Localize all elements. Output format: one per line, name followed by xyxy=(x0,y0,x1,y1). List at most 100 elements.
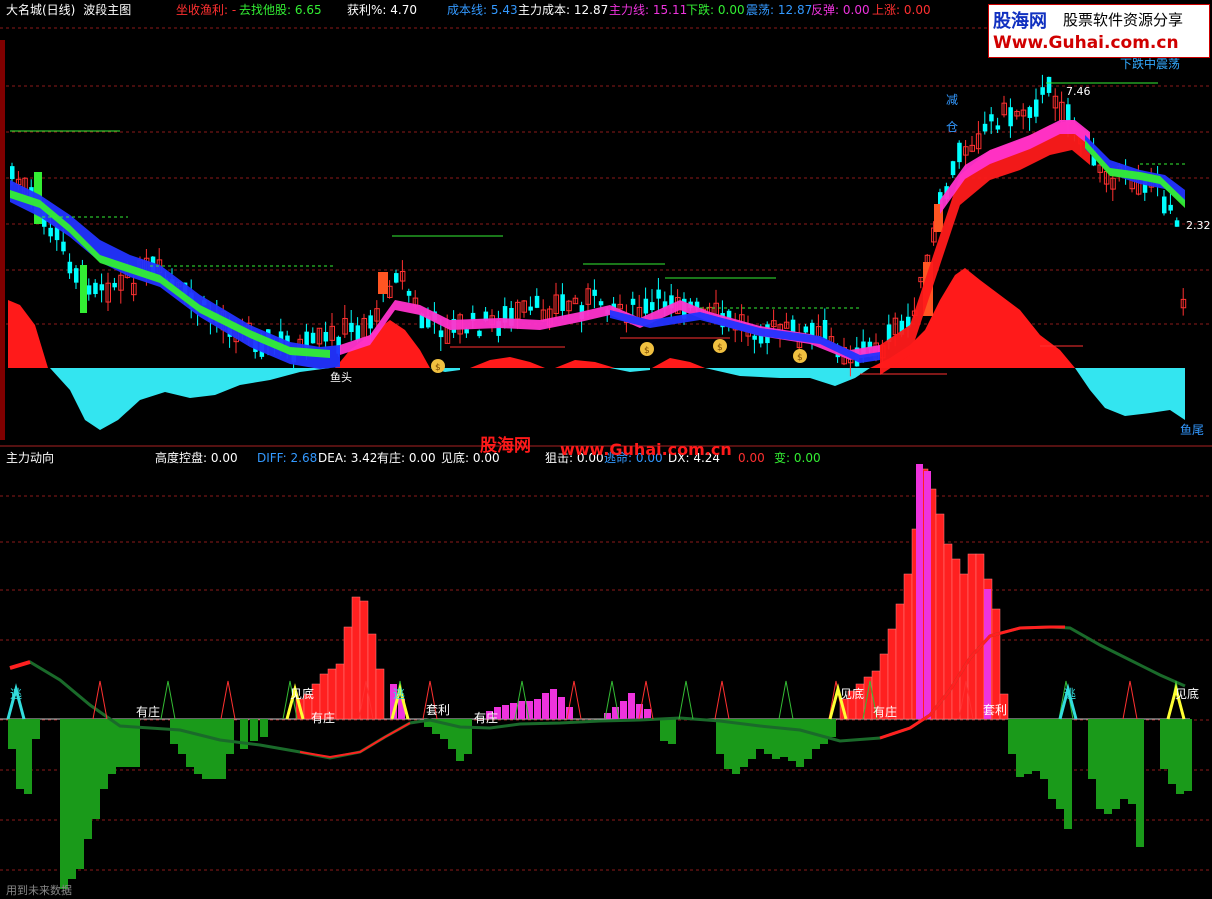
signal-label: 有庄 xyxy=(311,710,335,725)
hold-label: 坐收渔利: xyxy=(176,3,229,17)
candle-body xyxy=(368,315,373,329)
fall-field: 下跌: 0.00 xyxy=(686,3,745,17)
money-bag-glyph: $ xyxy=(797,353,803,363)
shake-field: 震荡: 12.87 xyxy=(746,3,812,17)
diff-line-up xyxy=(9,660,31,670)
signal-label: 套利 xyxy=(426,703,450,717)
control-value: 0.00 xyxy=(210,451,238,465)
center-watermark-name: 股海网 xyxy=(480,436,531,456)
stock-title[interactable]: 大名城(日线) xyxy=(6,3,75,17)
red-bar xyxy=(959,573,969,720)
indicator-name[interactable]: 波段主图 xyxy=(83,3,131,17)
candle-body xyxy=(1008,107,1013,127)
signal-label: 见底 xyxy=(840,686,864,701)
green-bar xyxy=(178,719,186,754)
green-bar xyxy=(732,719,740,774)
diff-label: DIFF: xyxy=(257,451,287,465)
green-bar xyxy=(170,719,178,744)
site-logo[interactable]: 股海网 股票软件资源分享 Www.Guhai.com.cn xyxy=(988,4,1210,58)
candle-body xyxy=(67,261,73,274)
signal-label: 有庄 xyxy=(136,704,160,719)
candle-body xyxy=(650,302,655,311)
green-bar xyxy=(724,719,732,769)
green-bar xyxy=(16,719,24,789)
main-force-bars xyxy=(8,464,1192,889)
candle-body xyxy=(477,330,482,337)
diff-value: 2.68 xyxy=(290,451,318,465)
profit-label: 获利%: xyxy=(347,3,387,17)
candle-body xyxy=(112,282,117,288)
candle-body xyxy=(48,227,53,237)
dealer-field: 有庄: 0.00 xyxy=(377,451,436,465)
green-bar xyxy=(1016,719,1024,777)
red-bar xyxy=(335,663,345,720)
logo-url: Www.Guhai.com.cn xyxy=(993,33,1179,53)
profit-field: 获利%: 4.70 xyxy=(347,3,417,17)
extra-value: 0.00 xyxy=(738,451,765,465)
signal-label: 有庄 xyxy=(474,710,498,725)
green-bar xyxy=(210,719,218,779)
signal-triangle xyxy=(678,680,694,720)
red-bar xyxy=(951,558,961,720)
green-bar xyxy=(1096,719,1104,809)
trend-label: 下跌中震荡 xyxy=(1120,56,1180,71)
reduce-label-2: 仓 xyxy=(946,120,958,134)
green-bar xyxy=(1056,719,1064,809)
green-bar xyxy=(780,719,788,757)
green-bar xyxy=(796,719,804,767)
candle-body xyxy=(534,295,540,308)
dea-value: 3.42 xyxy=(350,451,378,465)
red-bar xyxy=(351,596,361,720)
rebound-label: 反弹: xyxy=(811,3,840,17)
signal-triangle xyxy=(778,680,794,720)
sub-indicator-title[interactable]: 主力动向 xyxy=(6,451,54,465)
pink-bar xyxy=(558,697,565,719)
pink-bar xyxy=(916,464,923,719)
green-bar xyxy=(1064,719,1072,829)
candle-body xyxy=(10,166,15,180)
green-bar xyxy=(1104,719,1112,814)
bear-area xyxy=(50,368,330,430)
candle-body xyxy=(822,320,828,340)
money-bag-glyph: $ xyxy=(435,363,441,373)
left-axis-strip xyxy=(0,40,5,440)
candle-body xyxy=(86,285,92,295)
candle-body xyxy=(995,125,1001,130)
change-label: 变: xyxy=(774,451,791,465)
candle-body xyxy=(803,326,809,333)
blue-ribbon xyxy=(10,180,340,369)
footer-note: 用到未来数据 xyxy=(6,884,72,897)
green-bar xyxy=(218,719,226,779)
red-bar xyxy=(343,626,353,720)
candle-body xyxy=(950,161,956,176)
signal-triangle xyxy=(160,680,176,720)
green-bar xyxy=(186,719,194,767)
pink-bar xyxy=(534,699,541,719)
fall-value: 0.00 xyxy=(717,3,745,17)
green-bar xyxy=(668,719,676,744)
bear-area xyxy=(705,368,870,386)
dealer-value: 0.00 xyxy=(408,451,436,465)
pink-bar xyxy=(542,693,549,719)
candle-body xyxy=(592,289,597,296)
green-bar xyxy=(60,719,68,889)
red-bar xyxy=(903,573,913,720)
candle-body xyxy=(1162,196,1167,214)
red-bar xyxy=(367,633,377,720)
signal-label: 见底 xyxy=(1175,686,1199,701)
bottom-label: 见底: xyxy=(441,451,470,465)
low-price-label: 2.32 xyxy=(1186,219,1211,232)
signal-label: 套利 xyxy=(983,703,1007,717)
pink-bar xyxy=(984,589,991,719)
signal-label: 有庄 xyxy=(873,704,897,719)
main-line-label: 主力线: xyxy=(609,3,650,17)
candle-body xyxy=(560,294,565,311)
green-bar xyxy=(84,719,92,839)
money-bag-glyph: $ xyxy=(717,343,723,353)
signal-triangle xyxy=(1122,680,1138,720)
bear-area xyxy=(610,368,650,372)
red-bar xyxy=(375,668,385,720)
candle-body xyxy=(61,241,66,252)
signal-label: 逃 xyxy=(1064,687,1076,701)
candle-body xyxy=(464,329,469,334)
